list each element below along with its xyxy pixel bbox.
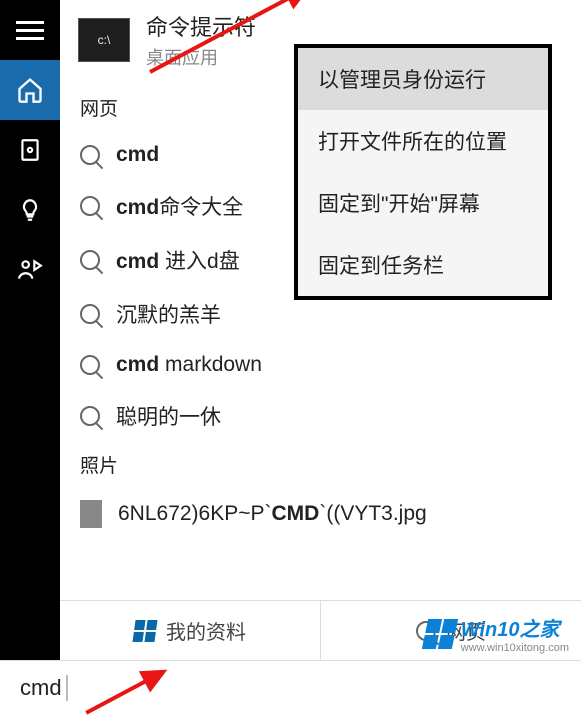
best-match-text: 命令提示符 桌面应用: [146, 10, 256, 70]
text-caret: [66, 675, 68, 701]
watermark-url: www.win10xitong.com: [461, 642, 569, 654]
photo-result[interactable]: 6NL672)6KP~P`CMD`((VYT3.jpg: [60, 488, 581, 540]
context-run-as-admin[interactable]: 以管理员身份运行: [298, 48, 548, 110]
search-icon: [80, 250, 100, 270]
tab-label: 我的资料: [166, 616, 246, 645]
context-pin-to-taskbar[interactable]: 固定到任务栏: [298, 234, 548, 296]
home-icon: [16, 76, 44, 104]
tab-my-stuff[interactable]: 我的资料: [60, 601, 321, 660]
photos-section-label: 照片: [60, 443, 581, 488]
web-result[interactable]: cmd markdown: [60, 341, 581, 389]
search-icon: [80, 145, 100, 165]
search-value: cmd: [20, 675, 62, 701]
search-icon: [80, 304, 100, 324]
watermark-title: Win10之家: [461, 613, 569, 642]
cortana-sidebar: [0, 0, 60, 660]
file-icon: [80, 500, 102, 528]
context-pin-to-start[interactable]: 固定到"开始"屏幕: [298, 172, 548, 234]
search-input[interactable]: cmd: [0, 660, 581, 714]
notebook-button[interactable]: [0, 120, 60, 180]
windows-icon: [132, 620, 157, 642]
cmd-icon: c:\: [78, 18, 130, 62]
home-button[interactable]: [0, 60, 60, 120]
search-icon: [80, 406, 100, 426]
feedback-icon: [17, 257, 43, 283]
bulb-icon: [17, 197, 43, 223]
search-icon: [80, 196, 100, 216]
menu-button[interactable]: [0, 0, 60, 60]
web-result[interactable]: 聪明的一休: [60, 389, 581, 443]
windows-icon: [422, 619, 458, 649]
reminders-button[interactable]: [0, 180, 60, 240]
watermark: Win10之家 www.win10xitong.com: [425, 613, 569, 654]
search-icon: [80, 355, 100, 375]
context-menu: 以管理员身份运行 打开文件所在的位置 固定到"开始"屏幕 固定到任务栏: [294, 44, 552, 300]
feedback-button[interactable]: [0, 240, 60, 300]
hamburger-icon: [16, 21, 44, 40]
context-open-file-location[interactable]: 打开文件所在的位置: [298, 110, 548, 172]
notebook-icon: [17, 137, 43, 163]
